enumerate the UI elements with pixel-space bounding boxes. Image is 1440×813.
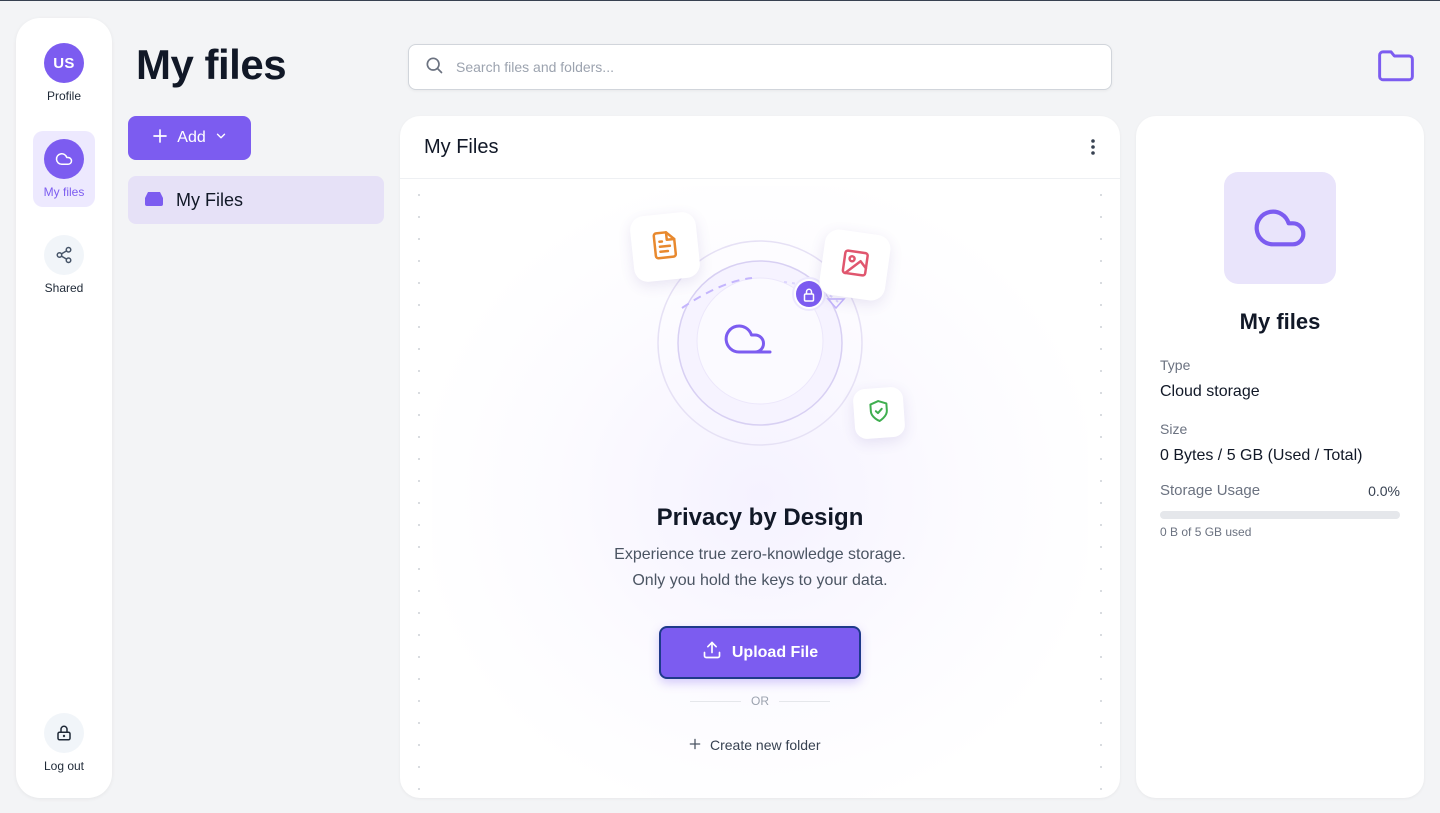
type-value: Cloud storage: [1160, 383, 1260, 400]
document-icon: [648, 228, 681, 266]
panel-header: My Files: [400, 116, 1120, 179]
details-panel: My files Type Cloud storage Size 0 Bytes…: [1136, 116, 1424, 798]
or-divider: OR: [690, 694, 830, 708]
upload-icon: [702, 640, 722, 665]
upload-file-label: Upload File: [731, 643, 819, 661]
nav-rail: US Profile My files Shared Log out: [16, 18, 112, 798]
drive-icon: [144, 189, 164, 212]
size-value: 0 Bytes / 5 GB (Used / Total): [1160, 447, 1363, 464]
add-button-label: Add: [177, 129, 206, 146]
divider-line: [690, 700, 741, 702]
empty-state-title: Privacy by Design: [656, 504, 864, 531]
create-folder-button[interactable]: Create new folder: [688, 734, 832, 756]
avatar[interactable]: US: [44, 43, 84, 83]
tree-item-my-files[interactable]: My Files: [128, 176, 384, 224]
upload-dropzone[interactable]: Privacy by Design Experience true zero-k…: [432, 186, 1088, 798]
nav-my-files-label: My files: [43, 185, 85, 199]
chevron-down-icon: [214, 129, 228, 148]
add-button[interactable]: Add: [128, 116, 251, 160]
nav-profile[interactable]: US Profile: [33, 35, 95, 111]
nav-profile-label: Profile: [46, 89, 81, 103]
plus-icon: [688, 737, 702, 754]
details-title: My files: [1239, 309, 1321, 334]
search-input[interactable]: [456, 59, 1056, 75]
lock-icon: [44, 713, 84, 753]
tree-item-label: My Files: [176, 189, 243, 210]
cloud-icon: [44, 139, 84, 179]
divider-line: [779, 700, 830, 702]
storage-usage-percent: 0.0%: [1368, 483, 1400, 499]
empty-state-description: Experience true zero-knowledge storage. …: [614, 546, 906, 589]
image-card: [817, 227, 893, 303]
details-cloud-icon: [1224, 172, 1336, 284]
files-panel: My Files Privacy by Design Experience tr…: [400, 116, 1120, 798]
type-label: Type: [1160, 357, 1191, 373]
storage-progress-bar: [1160, 511, 1400, 519]
nav-shared[interactable]: Shared: [33, 227, 95, 303]
more-options-icon[interactable]: [1090, 138, 1096, 156]
upload-file-button[interactable]: Upload File: [659, 626, 861, 679]
page-title: My files: [136, 41, 287, 88]
storage-usage-detail: 0 B of 5 GB used: [1160, 525, 1252, 539]
nav-shared-label: Shared: [44, 281, 84, 295]
plus-icon: [151, 127, 169, 150]
share-icon: [44, 235, 84, 275]
folder-icon[interactable]: [1376, 47, 1416, 88]
storage-usage-label: Storage Usage: [1160, 482, 1261, 499]
search-bar[interactable]: [408, 44, 1112, 90]
search-icon: [424, 55, 444, 80]
image-icon: [838, 246, 873, 285]
nav-logout-label: Log out: [43, 759, 85, 773]
shield-check-icon: [866, 398, 892, 429]
size-label: Size: [1160, 421, 1188, 437]
privacy-illustration: [657, 240, 863, 446]
document-card: [628, 210, 702, 284]
nav-my-files[interactable]: My files: [33, 131, 95, 207]
nav-logout[interactable]: Log out: [33, 705, 95, 781]
shield-card: [852, 386, 906, 440]
create-folder-label: Create new folder: [710, 737, 821, 753]
or-label: OR: [751, 694, 769, 708]
panel-title: My Files: [424, 135, 499, 158]
